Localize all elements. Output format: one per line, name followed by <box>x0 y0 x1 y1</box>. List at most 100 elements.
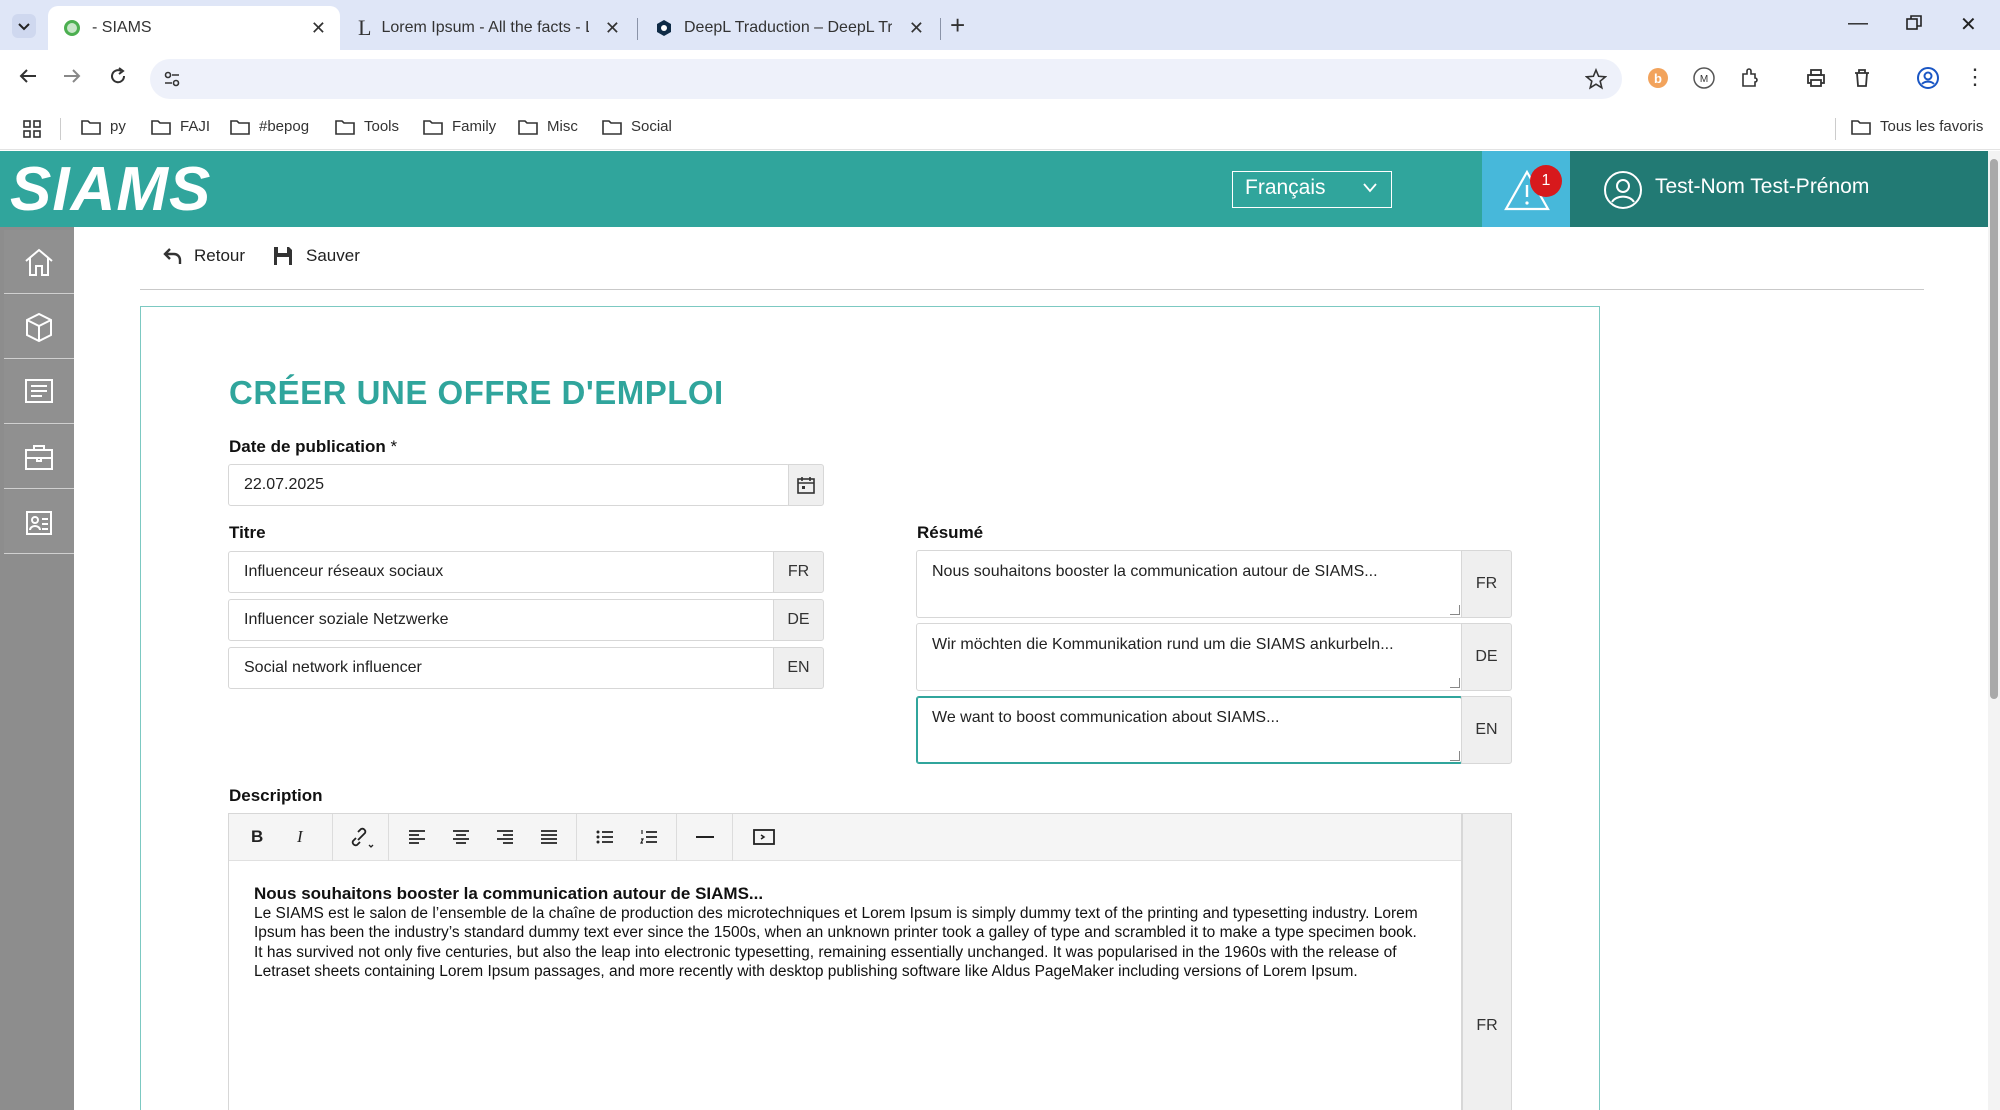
tab-title: - SIAMS <box>92 19 152 36</box>
app-sidebar <box>0 227 74 1110</box>
forward-arrow-icon[interactable] <box>60 64 84 88</box>
titre-fr-input[interactable]: Influenceur réseaux sociaux <box>228 551 775 593</box>
folder-icon <box>81 119 101 135</box>
minimize-icon[interactable]: — <box>1848 12 1868 35</box>
titre-label: Titre <box>229 523 266 542</box>
site-settings-icon[interactable] <box>162 69 182 89</box>
apps-grid-icon[interactable] <box>22 119 42 139</box>
resize-handle[interactable] <box>1450 751 1460 761</box>
toolbar-divider <box>332 814 333 861</box>
sidebar-item-news[interactable] <box>4 360 74 424</box>
siams-logo[interactable]: SIAMS <box>10 159 211 221</box>
box-3d-icon <box>26 312 52 342</box>
save-button[interactable]: Sauver <box>272 245 360 267</box>
numbered-list-button[interactable] <box>639 827 659 847</box>
resume-fr-textarea[interactable]: Nous souhaitons booster la communication… <box>916 550 1463 618</box>
bookmark-folder-misc[interactable]: Misc <box>518 118 578 135</box>
link-button[interactable] <box>349 827 377 849</box>
sidebar-item-home[interactable] <box>4 230 74 294</box>
resume-fr-lang: FR <box>1461 550 1512 618</box>
close-icon[interactable]: ✕ <box>605 18 620 39</box>
undo-arrow-icon <box>163 248 182 264</box>
user-avatar-icon <box>1604 171 1642 209</box>
close-icon[interactable]: ✕ <box>909 18 924 39</box>
document-list-icon <box>25 378 53 403</box>
resume-en-textarea[interactable]: We want to boost communication about SIA… <box>916 696 1463 764</box>
back-button[interactable]: Retour <box>162 245 245 267</box>
bookmark-divider <box>60 118 61 140</box>
resize-handle[interactable] <box>1450 605 1460 615</box>
description-editor[interactable]: B I Nous souhaitons booster la communica… <box>228 813 1462 1110</box>
bold-button[interactable]: B <box>251 827 263 847</box>
titre-en-input[interactable]: Social network influencer <box>228 647 775 689</box>
new-tab-button[interactable]: + <box>950 10 965 41</box>
tab-siams[interactable]: - SIAMS ✕ <box>48 6 340 50</box>
align-left-button[interactable] <box>407 827 427 847</box>
resume-de-textarea[interactable]: Wir möchten die Kommunikation rund um di… <box>916 623 1463 691</box>
resume-de-text: Wir möchten die Kommunikation rund um di… <box>932 636 1394 653</box>
profile-icon[interactable] <box>1916 66 1940 90</box>
align-center-button[interactable] <box>451 827 471 847</box>
bullet-list-icon <box>596 830 613 844</box>
tab-deepl[interactable]: DeepL Traduction – DeepL Translate ✕ <box>640 6 938 50</box>
horizontal-rule-button[interactable] <box>695 827 715 847</box>
trash-icon[interactable] <box>1850 66 1874 90</box>
print-icon[interactable] <box>1804 66 1828 90</box>
sidebar-item-jobs[interactable] <box>4 425 74 489</box>
bookmark-all-favorites[interactable]: Tous les favoris <box>1851 118 1983 135</box>
alerts-count-badge: 1 <box>1530 165 1562 197</box>
extension-orange-icon[interactable]: b <box>1646 66 1670 90</box>
user-name: Test-Nom Test-Prénom <box>1655 175 1870 198</box>
extensions-puzzle-icon[interactable] <box>1738 66 1762 90</box>
bookmark-folder-social[interactable]: Social <box>602 118 672 135</box>
align-left-icon <box>409 830 425 844</box>
titre-de-input[interactable]: Influencer soziale Netzwerke <box>228 599 775 641</box>
tab-divider <box>637 18 638 40</box>
bookmark-folder-bepog[interactable]: #bepog <box>230 118 309 135</box>
horizontal-rule-icon <box>696 836 714 838</box>
align-right-icon <box>497 830 513 844</box>
tab-lipsum[interactable]: L Lorem Ipsum - All the facts - Lipsum ✕ <box>344 6 634 50</box>
address-bar[interactable] <box>150 59 1622 99</box>
bookmark-folder-py[interactable]: py <box>81 118 126 135</box>
publication-date-input[interactable]: 22.07.2025 <box>228 464 790 506</box>
close-icon[interactable]: ✕ <box>311 18 326 39</box>
align-right-button[interactable] <box>495 827 515 847</box>
toolbar-divider <box>732 814 733 861</box>
justify-button[interactable] <box>539 827 559 847</box>
back-arrow-icon[interactable] <box>16 64 40 88</box>
restore-icon[interactable] <box>1905 14 1923 32</box>
extension-m-icon[interactable]: M <box>1692 66 1716 90</box>
bookmark-label: Tous les favoris <box>1880 118 1984 135</box>
numbered-list-icon <box>640 830 657 844</box>
resume-fr-text: Nous souhaitons booster la communication… <box>932 563 1378 580</box>
editor-content[interactable]: Nous souhaitons booster la communication… <box>254 884 1424 982</box>
reload-icon[interactable] <box>106 64 130 88</box>
sidebar-item-products[interactable] <box>4 295 74 359</box>
user-menu[interactable]: Test-Nom Test-Prénom <box>1570 151 1988 227</box>
svg-text:b: b <box>1654 71 1662 86</box>
bookmark-folder-tools[interactable]: Tools <box>335 118 399 135</box>
page-scrollbar[interactable] <box>1988 151 2000 1110</box>
bookmark-folder-faji[interactable]: FAJI <box>151 118 210 135</box>
description-label: Description <box>229 786 323 805</box>
language-select[interactable]: Français <box>1232 171 1392 208</box>
description-lang: FR <box>1462 813 1512 1110</box>
italic-button[interactable]: I <box>297 827 303 847</box>
bookmark-folder-family[interactable]: Family <box>423 118 496 135</box>
close-window-icon[interactable]: ✕ <box>1960 12 1977 37</box>
folder-icon <box>151 119 171 135</box>
resize-handle[interactable] <box>1450 678 1460 688</box>
source-view-button[interactable] <box>753 827 775 847</box>
briefcase-icon <box>25 444 53 470</box>
date-picker-button[interactable] <box>788 464 824 506</box>
bookmark-star-icon[interactable] <box>1585 68 1607 90</box>
description-body: Le SIAMS est le salon de l’ensemble de l… <box>254 904 1418 981</box>
lipsum-favicon-icon: L <box>358 15 372 40</box>
scrollbar-thumb[interactable] <box>1990 159 1998 699</box>
menu-kebab-icon[interactable]: ⋮ <box>1964 64 1986 90</box>
bookmark-divider <box>1835 118 1836 140</box>
tab-search-button[interactable] <box>12 14 36 38</box>
sidebar-item-contacts[interactable] <box>4 490 74 554</box>
bullet-list-button[interactable] <box>595 827 615 847</box>
